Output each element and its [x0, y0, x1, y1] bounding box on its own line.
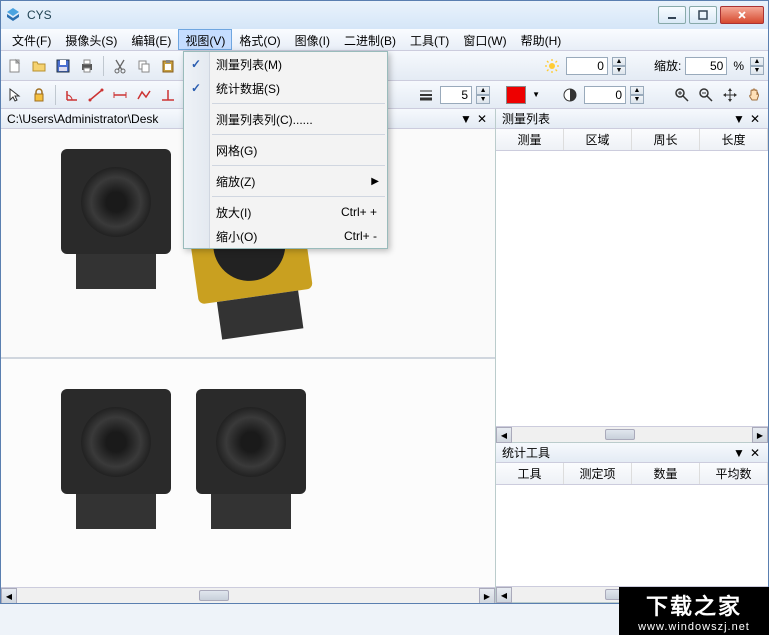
panel-dropdown-icon[interactable]: ▼	[732, 112, 746, 126]
contrast-spinner[interactable]: ▲▼	[630, 86, 644, 104]
measure-grid-header: 测量 区域 周长 长度	[496, 129, 768, 151]
menu-item-grid[interactable]: 网格(G)	[184, 138, 387, 162]
cut-icon[interactable]	[110, 56, 130, 76]
print-icon[interactable]	[77, 56, 97, 76]
menu-separator	[212, 196, 385, 197]
watermark-title: 下载之家	[646, 589, 742, 621]
contrast-icon	[560, 85, 580, 105]
menu-item-measure-list[interactable]: 测量列表(M)	[184, 52, 387, 76]
col-perimeter[interactable]: 周长	[632, 129, 700, 150]
pane-close-icon[interactable]: ✕	[475, 112, 489, 126]
save-icon[interactable]	[53, 56, 73, 76]
zoom-label: 缩放:	[654, 57, 681, 74]
new-icon[interactable]	[5, 56, 25, 76]
stats-panel: 统计工具 ▼ ✕ 工具 测定项 数量 平均数 ◀▶	[496, 443, 768, 603]
titlebar: CYS	[1, 1, 768, 29]
stats-title: 统计工具 ▼ ✕	[496, 443, 768, 463]
hand-icon[interactable]	[744, 85, 764, 105]
zoom-in-icon[interactable]	[672, 85, 692, 105]
brightness-input[interactable]	[566, 57, 608, 75]
menu-separator	[212, 134, 385, 135]
menu-item-zoom-in[interactable]: 放大(I)Ctrl+ +	[184, 200, 387, 224]
measure-list-panel: 测量列表 ▼ ✕ 测量 区域 周长 长度 ◀▶	[496, 109, 768, 443]
line-width-spinner[interactable]: ▲▼	[476, 86, 490, 104]
watermark-url: www.windowszj.net	[638, 621, 750, 633]
panel-dropdown-icon[interactable]: ▼	[732, 446, 746, 460]
color-swatch-red[interactable]	[506, 86, 526, 104]
menubar: 文件(F) 摄像头(S) 编辑(E) 视图(V) 格式(O) 图像(I) 二进制…	[1, 29, 768, 51]
zoom-input[interactable]	[685, 57, 727, 75]
panel-close-icon[interactable]: ✕	[748, 446, 762, 460]
separator	[103, 56, 104, 76]
measure-list-title: 测量列表 ▼ ✕	[496, 109, 768, 129]
contrast-input[interactable]	[584, 86, 626, 104]
open-icon[interactable]	[29, 56, 49, 76]
perp-tool-icon[interactable]	[158, 85, 178, 105]
copy-icon[interactable]	[134, 56, 154, 76]
menu-camera[interactable]: 摄像头(S)	[58, 29, 124, 50]
brightness-icon	[542, 56, 562, 76]
panel-close-icon[interactable]: ✕	[748, 112, 762, 126]
watermark: 下载之家 www.windowszj.net	[619, 587, 769, 635]
zoom-spinner[interactable]: ▲▼	[750, 57, 764, 75]
measure-grid-body	[496, 151, 768, 426]
brightness-spinner[interactable]: ▲▼	[612, 57, 626, 75]
lock-icon[interactable]	[29, 85, 49, 105]
image-hscroll[interactable]: ◀▶	[1, 587, 495, 603]
menu-format[interactable]: 格式(O)	[232, 29, 287, 50]
right-pane: 测量列表 ▼ ✕ 测量 区域 周长 长度 ◀▶ 统计工具 ▼	[496, 109, 768, 603]
menu-image[interactable]: 图像(I)	[288, 29, 337, 50]
line-width-icon[interactable]	[416, 85, 436, 105]
menu-item-measure-cols[interactable]: 测量列表列(C)......	[184, 107, 387, 131]
minimize-button[interactable]	[658, 6, 686, 24]
menu-file[interactable]: 文件(F)	[5, 29, 58, 50]
zoom-out-icon[interactable]	[696, 85, 716, 105]
line-width-input[interactable]	[440, 86, 472, 104]
menu-binary[interactable]: 二进制(B)	[337, 29, 403, 50]
col-area[interactable]: 区域	[564, 129, 632, 150]
close-button[interactable]	[720, 6, 764, 24]
menu-window[interactable]: 窗口(W)	[456, 29, 513, 50]
maximize-button[interactable]	[689, 6, 717, 24]
menu-view[interactable]: 视图(V)	[178, 29, 232, 50]
stats-grid-body	[496, 485, 768, 586]
paste-icon[interactable]	[158, 56, 178, 76]
line-tool-icon[interactable]	[86, 85, 106, 105]
col-tool[interactable]: 工具	[496, 463, 564, 484]
menu-separator	[212, 103, 385, 104]
view-dropdown: 测量列表(M) 统计数据(S) 测量列表列(C)...... 网格(G) 缩放(…	[183, 51, 388, 249]
menu-item-zoom-out[interactable]: 缩小(O)Ctrl+ -	[184, 224, 387, 248]
move-icon[interactable]	[720, 85, 740, 105]
image-path: C:\Users\Administrator\Desk	[7, 112, 158, 126]
menu-edit[interactable]: 编辑(E)	[124, 29, 178, 50]
app-icon	[5, 7, 21, 23]
col-length[interactable]: 长度	[700, 129, 768, 150]
measure-hscroll[interactable]: ◀▶	[496, 426, 768, 442]
pointer-icon[interactable]	[5, 85, 25, 105]
menu-help[interactable]: 帮助(H)	[514, 29, 569, 50]
zoom-unit: %	[733, 59, 744, 73]
menu-tool[interactable]: 工具(T)	[403, 29, 456, 50]
col-count[interactable]: 数量	[632, 463, 700, 484]
app-title: CYS	[27, 8, 658, 22]
menu-item-stat-data[interactable]: 统计数据(S)	[184, 76, 387, 100]
menu-item-zoom[interactable]: 缩放(Z)▶	[184, 169, 387, 193]
col-measure[interactable]: 测量	[496, 129, 564, 150]
polyline-tool-icon[interactable]	[134, 85, 154, 105]
separator	[55, 85, 56, 105]
menu-separator	[212, 165, 385, 166]
stats-grid-header: 工具 测定项 数量 平均数	[496, 463, 768, 485]
angle-tool-icon[interactable]	[62, 85, 82, 105]
col-measure-item[interactable]: 测定项	[564, 463, 632, 484]
hline-tool-icon[interactable]	[110, 85, 130, 105]
col-average[interactable]: 平均数	[700, 463, 768, 484]
pane-dropdown-icon[interactable]: ▼	[459, 112, 473, 126]
window-controls	[658, 6, 764, 24]
